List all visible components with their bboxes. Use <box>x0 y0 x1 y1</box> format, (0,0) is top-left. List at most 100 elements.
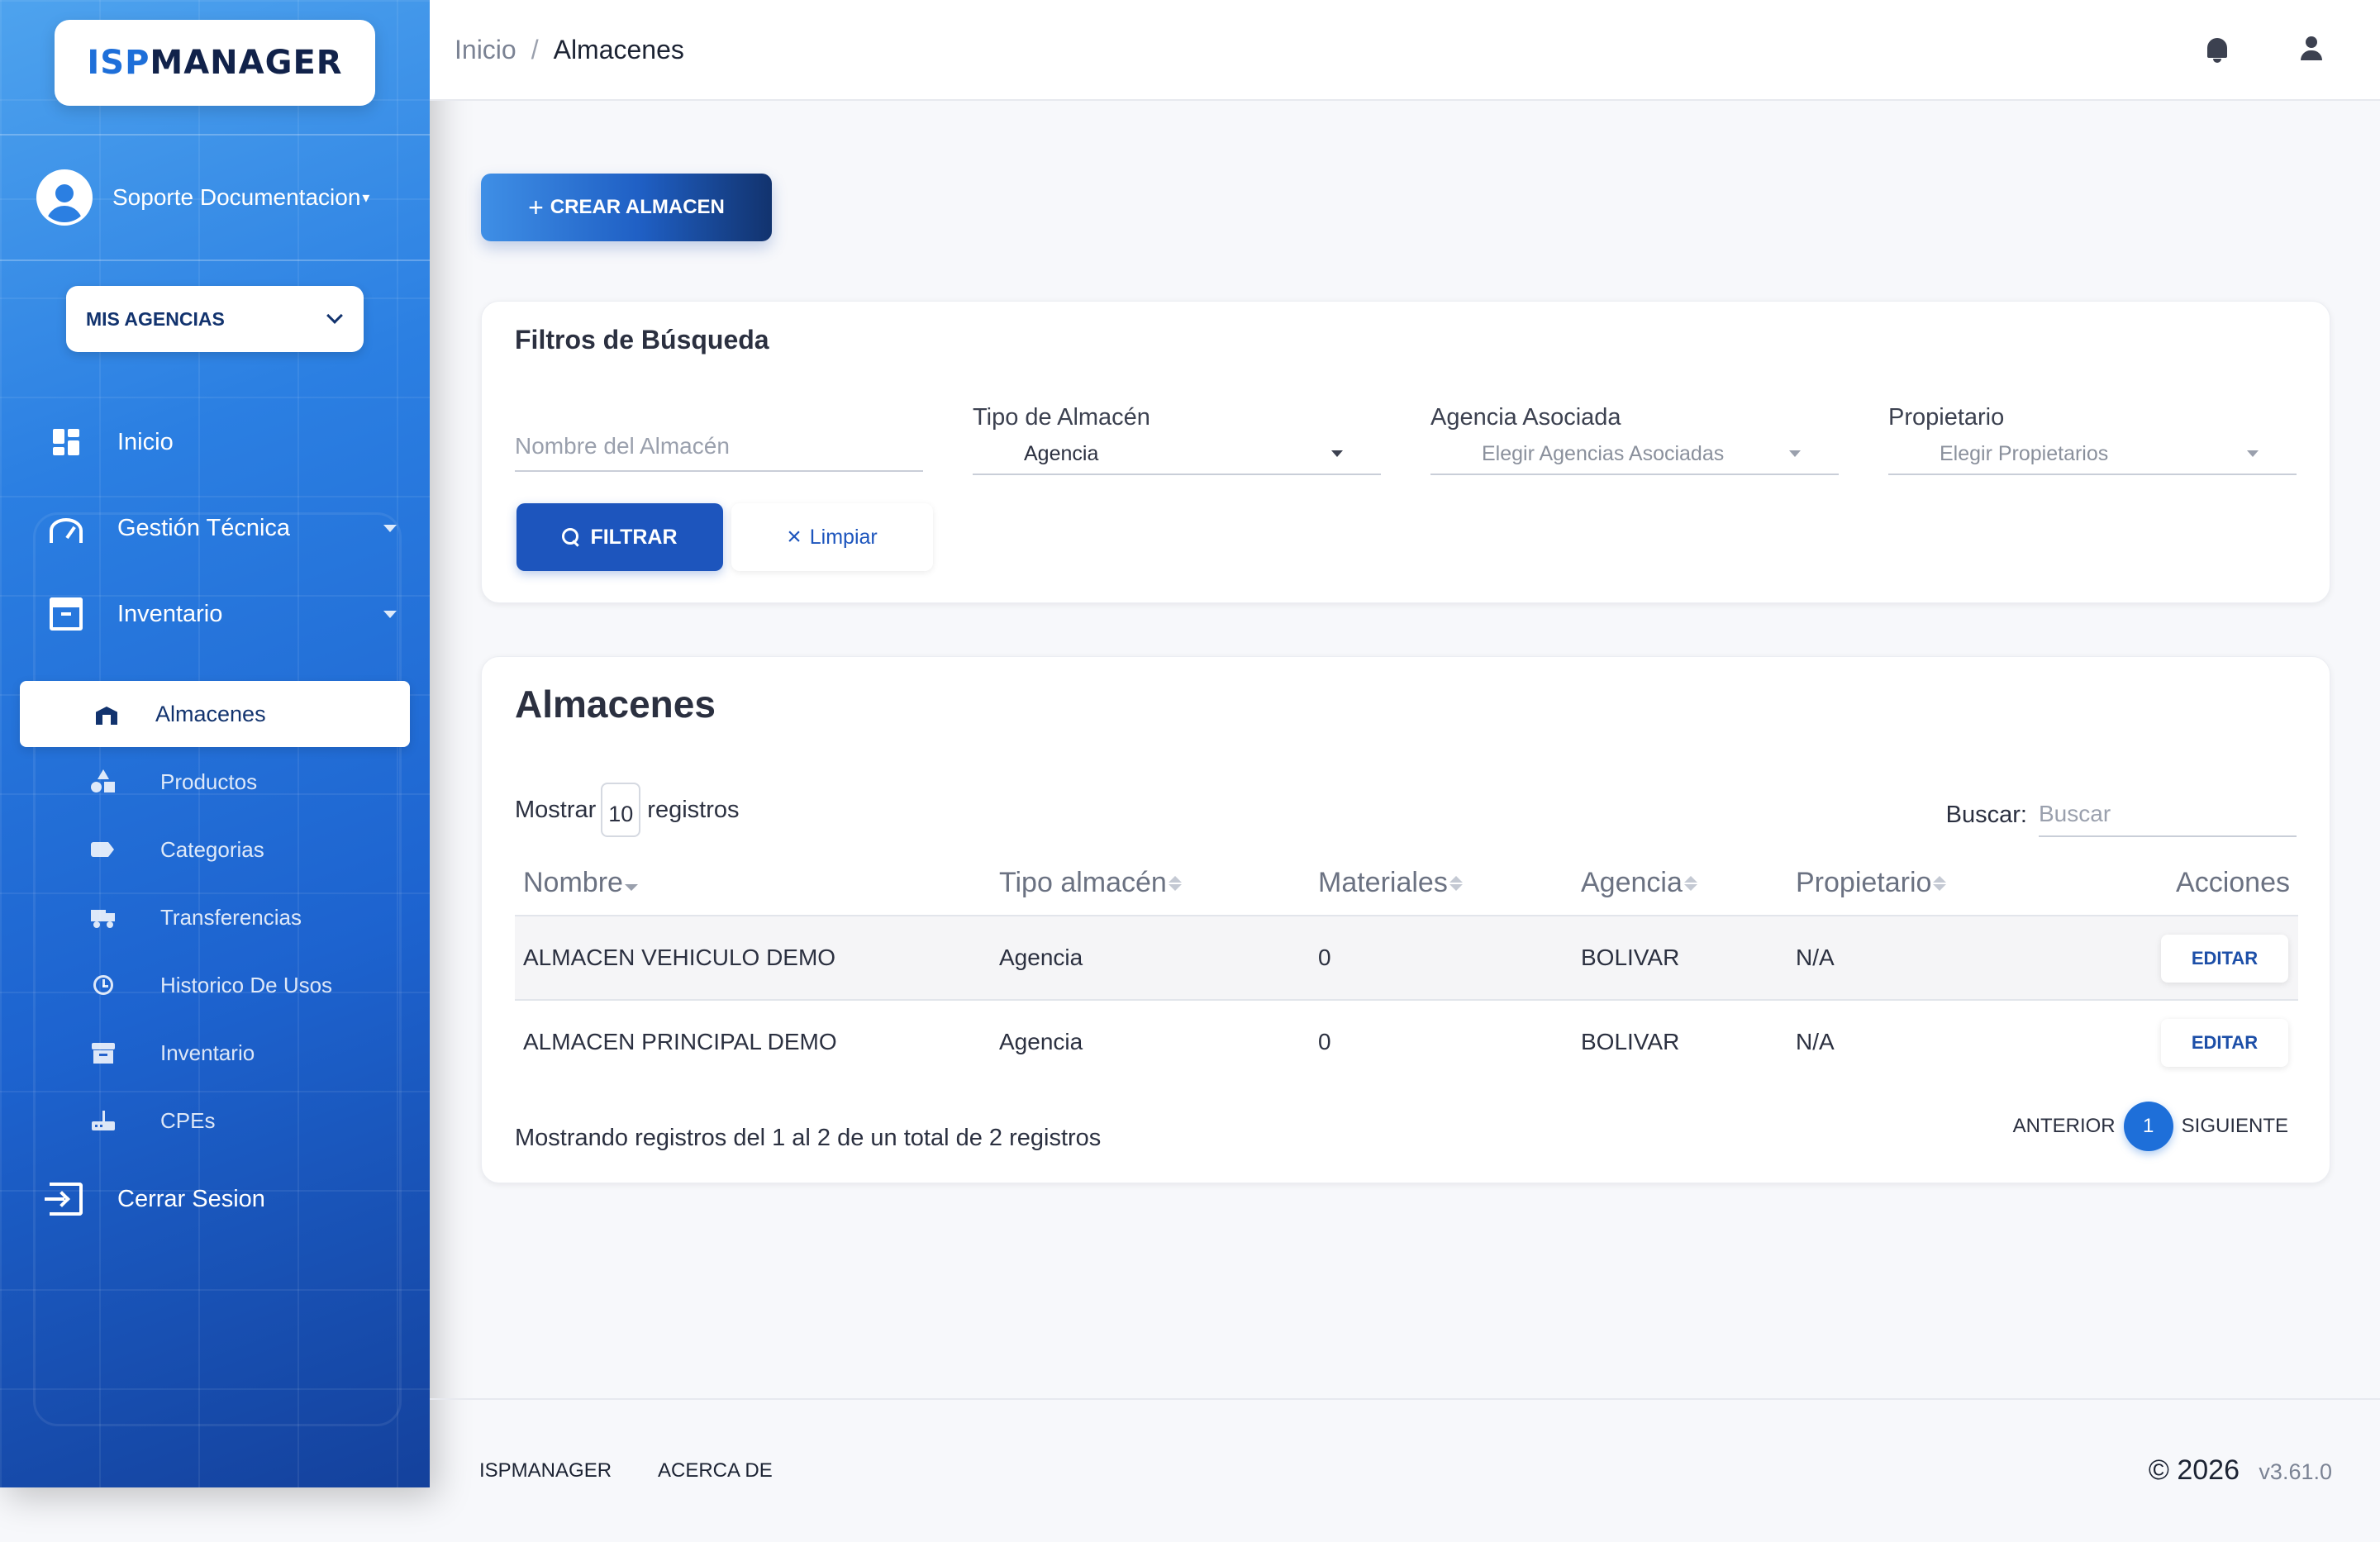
gauge-icon <box>50 518 83 543</box>
plus-icon: + <box>528 192 544 222</box>
cell-agency: BOLIVAR <box>1581 945 1680 970</box>
sidebar-item-label: Inventario <box>117 600 223 627</box>
warehouses-table: Nombre Tipo almacén Materiales Agencia P… <box>515 857 2298 1085</box>
sidebar-subitem-label: Productos <box>160 769 258 794</box>
column-header-materiales[interactable]: Materiales <box>1318 867 1463 899</box>
chevron-down-icon <box>326 307 343 324</box>
create-warehouse-button[interactable]: + CREAR ALMACEN <box>481 174 772 241</box>
sidebar-divider <box>0 134 430 136</box>
previous-page-button[interactable]: ANTERIOR <box>2013 1115 2116 1138</box>
column-header-tipo[interactable]: Tipo almacén <box>999 867 1182 899</box>
caret-down-icon <box>2247 450 2259 457</box>
sidebar: ISPMANAGER Soporte Documentacion ▾ MIS A… <box>0 0 430 1487</box>
sidebar-item-gestion-tecnica[interactable]: Gestión Técnica <box>50 499 397 557</box>
table-info: Mostrando registros del 1 al 2 de un tot… <box>515 1125 1102 1151</box>
cell-name: ALMACEN PRINCIPAL DEMO <box>523 1029 837 1054</box>
filter-button-label: FILTRAR <box>590 525 678 549</box>
page-length-select[interactable]: 10 <box>601 783 641 837</box>
associated-agency-label: Agencia Asociada <box>1430 404 1621 431</box>
logout-label: Cerrar Sesion <box>117 1185 265 1212</box>
sort-icon <box>1683 875 1697 891</box>
agency-selector-button[interactable]: MIS AGENCIAS <box>66 286 364 352</box>
logout-button[interactable]: Cerrar Sesion <box>45 1170 397 1228</box>
sidebar-divider <box>0 259 430 261</box>
top-bar: Inicio / Almacenes <box>430 0 2380 101</box>
column-header-propietario[interactable]: Propietario <box>1796 867 1947 899</box>
clear-button[interactable]: × Limpiar <box>731 503 933 571</box>
warehouse-type-field: Tipo de Almacén Agencia <box>973 404 1381 480</box>
bell-icon[interactable] <box>2205 36 2230 63</box>
sidebar-subitem-label: Categorias <box>160 836 264 862</box>
page-number-button[interactable]: 1 <box>2123 1102 2173 1151</box>
archive-icon <box>91 1040 116 1065</box>
search-label: Buscar: <box>1945 801 2027 828</box>
sidebar-subitem-label: Inventario <box>160 1040 255 1065</box>
search-input[interactable] <box>2039 792 2297 837</box>
warehouses-card: Almacenes Mostrar 10 registros Buscar: N… <box>481 656 2330 1183</box>
breadcrumb-separator: / <box>531 34 539 64</box>
pagination: ANTERIOR 1 SIGUIENTE <box>2013 1102 2288 1151</box>
edit-button[interactable]: EDITAR <box>2161 935 2288 983</box>
footer-link-ispmanager[interactable]: ISPMANAGER <box>479 1459 612 1483</box>
sidebar-subitem-categorias[interactable]: Categorias <box>91 825 405 874</box>
sidebar-subitem-productos[interactable]: Productos <box>91 757 405 807</box>
footer-link-about[interactable]: ACERCA DE <box>658 1459 773 1483</box>
warehouse-name-input[interactable] <box>515 422 923 472</box>
sidebar-item-label: Inicio <box>117 428 174 455</box>
column-header-agencia[interactable]: Agencia <box>1581 867 1697 899</box>
filter-button[interactable]: FILTRAR <box>516 503 723 571</box>
copyright: © 2026 <box>2148 1454 2240 1486</box>
table-search: Buscar: <box>1946 792 2297 837</box>
caret-down-icon <box>383 611 397 618</box>
cell-agency: BOLIVAR <box>1581 1029 1680 1054</box>
truck-icon <box>91 905 116 930</box>
archive-icon <box>50 597 83 631</box>
router-icon <box>91 1108 116 1133</box>
sidebar-subitem-label: Transferencias <box>160 904 302 930</box>
sort-icon <box>1449 875 1463 891</box>
cell-type: Agencia <box>999 945 1083 970</box>
next-page-button[interactable]: SIGUIENTE <box>2182 1115 2288 1138</box>
sidebar-subitem-cpes[interactable]: CPEs <box>91 1096 405 1145</box>
owner-label: Propietario <box>1888 404 2005 431</box>
footer-divider <box>430 1398 2380 1400</box>
warehouse-type-label: Tipo de Almacén <box>973 404 1150 431</box>
clear-button-label: Limpiar <box>809 525 878 549</box>
user-icon[interactable] <box>2297 35 2325 63</box>
warehouse-type-value: Agencia <box>1024 442 1099 465</box>
sort-icon <box>1933 875 1947 891</box>
avatar <box>36 169 93 226</box>
sidebar-item-inicio[interactable]: Inicio <box>50 413 397 471</box>
records-label: registros <box>647 796 740 823</box>
sidebar-subitem-label: Almacenes <box>155 701 266 726</box>
sidebar-subitem-almacenes[interactable]: Almacenes <box>20 681 410 747</box>
filters-title: Filtros de Búsqueda <box>515 325 769 355</box>
associated-agency-select[interactable]: Elegir Agencias Asociadas <box>1430 437 1839 475</box>
cell-owner: N/A <box>1796 1029 1835 1054</box>
sidebar-item-inventario[interactable]: Inventario <box>50 585 397 643</box>
cell-materials: 0 <box>1318 1029 1331 1054</box>
table-header: Nombre Tipo almacén Materiales Agencia P… <box>515 857 2298 916</box>
logout-icon <box>45 1183 83 1216</box>
warehouse-icon <box>94 702 119 726</box>
user-menu[interactable]: Soporte Documentacion ▾ <box>36 169 392 226</box>
sidebar-subitem-inventario[interactable]: Inventario <box>91 1028 405 1078</box>
sidebar-subitem-label: Historico De Usos <box>160 972 333 997</box>
search-icon <box>562 528 580 546</box>
column-header-nombre[interactable]: Nombre <box>523 867 638 899</box>
logo[interactable]: ISPMANAGER <box>55 20 375 106</box>
cell-owner: N/A <box>1796 945 1835 970</box>
tag-icon <box>91 837 116 862</box>
sort-icon <box>624 876 638 891</box>
caret-down-icon: ▾ <box>362 188 370 206</box>
table-row: ALMACEN PRINCIPAL DEMO Agencia 0 BOLIVAR… <box>515 1001 2298 1085</box>
sidebar-subitem-transferencias[interactable]: Transferencias <box>91 892 405 942</box>
user-name: Soporte Documentacion <box>112 184 361 210</box>
warehouse-type-select[interactable]: Agencia <box>973 437 1381 475</box>
owner-select[interactable]: Elegir Propietarios <box>1888 437 2297 475</box>
breadcrumb-home-link[interactable]: Inicio <box>455 35 516 65</box>
edit-button[interactable]: EDITAR <box>2161 1019 2288 1067</box>
sidebar-subitem-historico[interactable]: Historico De Usos <box>91 960 405 1010</box>
column-header-acciones: Acciones <box>2176 867 2290 898</box>
caret-down-icon <box>1789 450 1801 457</box>
